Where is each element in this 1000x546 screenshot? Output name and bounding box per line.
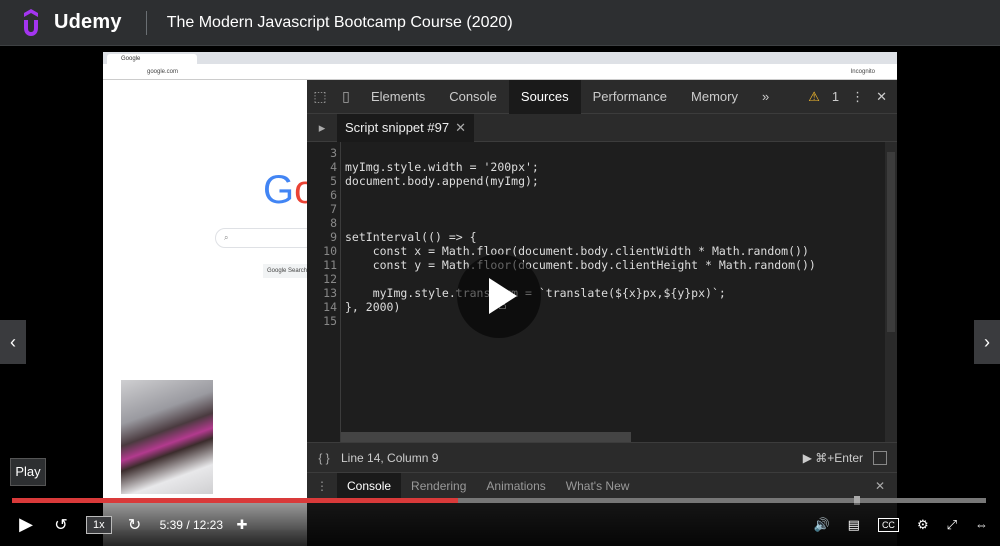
code-editor: 3 4 myImg.style.width = '200px'; 5 documen… [307,142,897,442]
course-title[interactable]: The Modern Javascript Bootcamp Course (2… [167,14,513,32]
screenshot-icon [873,450,887,465]
play-icon[interactable]: ▶ [14,514,38,535]
warning-icon: ⚠ [808,88,820,104]
logo-text: Udemy [54,11,122,33]
snippet-tab: Script snippet #97 ✕ [337,113,474,142]
devtools-tab-bar: ⬚ ▯ Elements Console Sources Performance… [307,79,897,114]
drawer-close-icon: ✕ [874,478,885,493]
drawer-tab-console: Console [337,472,402,499]
drawer-menu-icon: ⋮ [316,478,328,493]
udemy-logo[interactable]: Udemy [14,8,122,37]
browser-tab-strip: Google [103,52,897,64]
browser-tab: Google [107,54,197,64]
volume-icon[interactable]: 🔊 [813,517,829,533]
device-toggle-icon: ▯ [342,88,350,104]
google-page: Go ⌕ Google Search [103,80,323,546]
browser-profile: Incognito [850,69,875,75]
snippet-close-icon: ✕ [455,119,466,135]
browser-address-bar: google.com Incognito [103,64,897,80]
udemy-logo-icon [24,8,38,36]
warning-count: 1 [831,89,840,104]
devtools-tab-memory: Memory [691,88,738,104]
drawer-tab-rendering: Rendering [411,478,467,493]
editor-vertical-scrollbar [885,142,897,442]
next-lecture-button[interactable]: › [974,320,1000,364]
run-snippet: ▶ ⌘+Enter [802,450,863,465]
time-display: 5:39 / 12:23 [159,517,224,532]
playback-speed-button[interactable]: 1x [86,515,112,534]
header-divider [145,10,147,35]
drawer-tab-whats-new: What's New [565,478,630,493]
dog-image [121,380,213,494]
browser-url: google.com [147,69,179,75]
devtools-tab-sources: Sources [508,79,581,114]
navigator-toggle-icon: ▸ [318,119,326,135]
devtools-tab-elements: Elements [371,88,426,104]
settings-gear-icon[interactable]: ⚙ [917,517,929,533]
pretty-print-icon: { } [318,450,330,465]
add-bookmark-icon[interactable]: ✚ [233,517,251,533]
snippet-tab-label: Script snippet #97 [345,119,450,135]
drawer-tab-bar: ⋮ Console Rendering Animations What's Ne… [307,472,897,499]
previous-lecture-button[interactable]: ‹ [0,320,26,364]
more-tabs-icon: » [761,88,770,104]
forward-icon[interactable]: ↻ [124,515,146,535]
inspect-icon: ⬚ [313,88,327,104]
transcript-icon[interactable]: ▤ [848,517,860,533]
drawer-tab-animations: Animations [486,478,546,493]
top-bar: Udemy The Modern Javascript Bootcamp Cou… [0,0,1000,46]
fullscreen-icon[interactable]: ⤢ [947,517,957,533]
devtools-panel: ⬚ ▯ Elements Console Sources Performance… [307,79,897,546]
play-tooltip: Play [10,458,46,486]
editor-horizontal-scrollbar [341,432,631,442]
mouse-cursor-icon: ☝ [498,296,507,312]
player-controls: ▶ ↺ 1x ↻ 5:39 / 12:23 ✚ 🔊 ▤ CC ⚙ ⤢ ⇔ [0,503,1000,546]
captions-icon[interactable]: CC [877,517,899,532]
cursor-position: Line 14, Column 9 [341,450,439,465]
editor-status-bar: { } Line 14, Column 9 ▶ ⌘+Enter [307,442,897,472]
devtools-tab-performance: Performance [592,88,668,104]
expand-icon[interactable]: ⇔ [975,517,988,532]
snippet-tab-bar: ▸ Script snippet #97 ✕ [307,113,897,142]
kebab-menu-icon: ⋮ [851,88,865,104]
devtools-tab-console: Console [449,88,497,104]
rewind-icon[interactable]: ↺ [50,515,72,535]
google-search-box: ⌕ [215,228,315,248]
close-icon: ✕ [876,88,887,104]
